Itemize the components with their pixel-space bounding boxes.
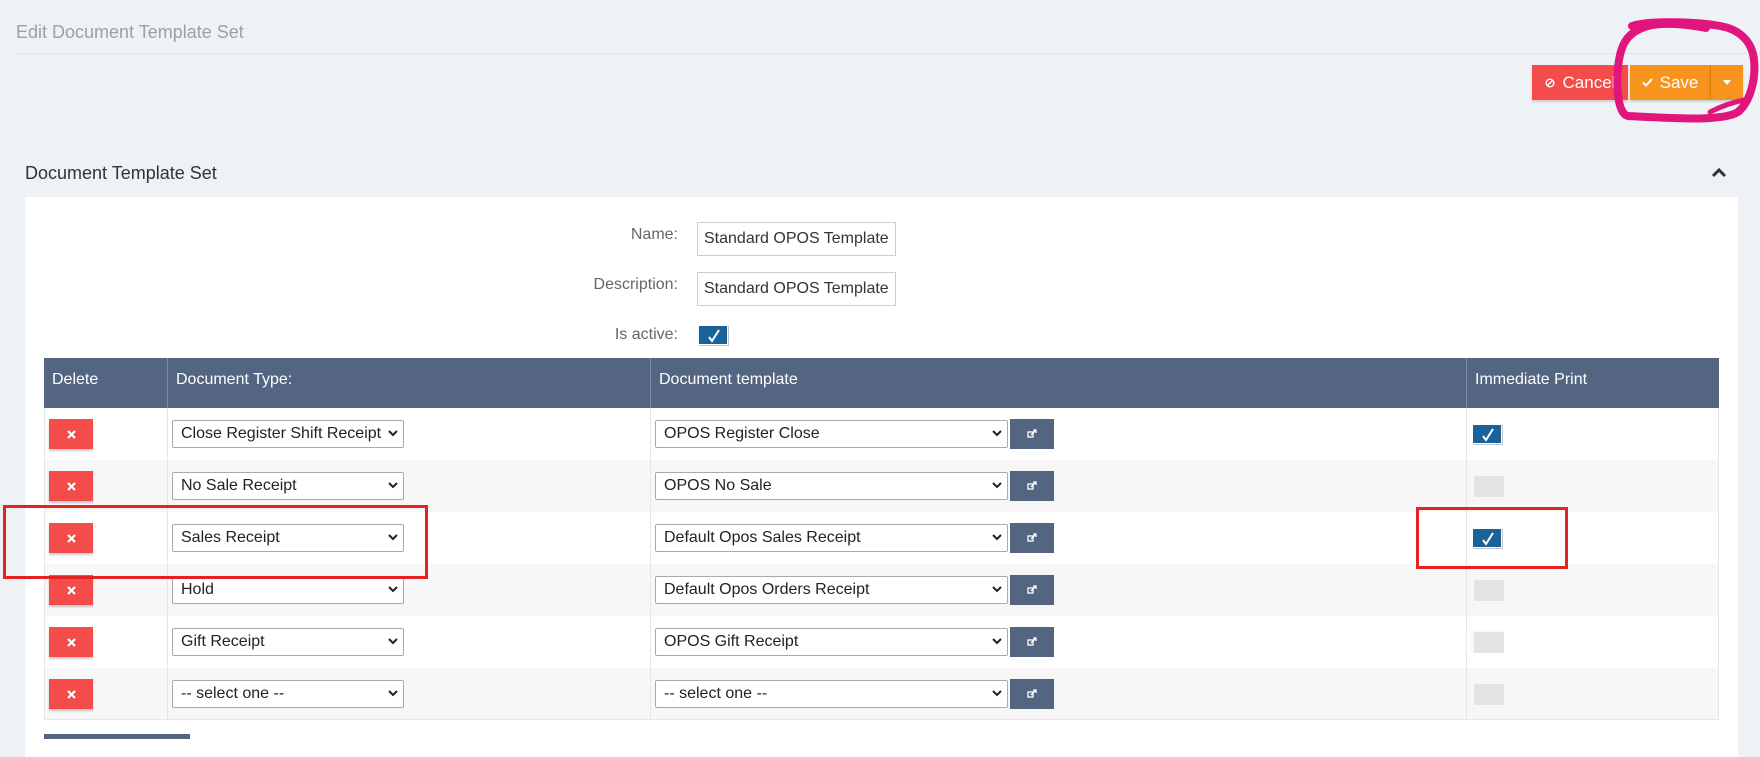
table-row: -- select one -- -- select one -- — [44, 668, 1719, 720]
document-type-value: No Sale Receipt — [181, 477, 297, 494]
chevron-down-icon — [388, 586, 398, 593]
header-document-template: Document template — [650, 358, 1466, 408]
immediate-print-checkbox[interactable] — [1470, 683, 1504, 705]
title-divider — [16, 53, 1760, 54]
delete-row-button[interactable] — [49, 471, 93, 501]
chevron-down-icon — [388, 430, 398, 437]
open-template-button[interactable] — [1010, 523, 1054, 553]
open-template-button[interactable] — [1010, 471, 1054, 501]
table-row: Gift Receipt OPOS Gift Receipt — [44, 616, 1719, 668]
add-row-button[interactable] — [44, 734, 190, 739]
document-template-select[interactable]: -- select one -- — [655, 680, 1008, 708]
chevron-down-icon — [388, 638, 398, 645]
open-template-button[interactable] — [1010, 419, 1054, 449]
document-template-select[interactable]: Default Opos Sales Receipt — [655, 524, 1008, 552]
table-header: Delete Document Type: Document template … — [44, 358, 1719, 408]
chevron-down-icon — [992, 690, 1002, 697]
chevron-down-icon — [388, 482, 398, 489]
document-type-select[interactable]: Gift Receipt — [172, 628, 404, 656]
column-divider — [650, 408, 651, 720]
open-template-button[interactable] — [1010, 679, 1054, 709]
document-type-value: Hold — [181, 581, 214, 598]
immediate-print-checkbox[interactable] — [1470, 579, 1504, 601]
open-template-button[interactable] — [1010, 627, 1054, 657]
document-template-select[interactable]: OPOS Gift Receipt — [655, 628, 1008, 656]
header-delete: Delete — [52, 371, 99, 388]
document-template-value: OPOS No Sale — [664, 477, 772, 494]
section-title: Document Template Set — [25, 163, 217, 183]
immediate-print-checkbox[interactable] — [1472, 424, 1502, 444]
immediate-print-checkbox[interactable] — [1470, 631, 1504, 653]
document-template-value: OPOS Gift Receipt — [664, 633, 799, 650]
table-border-right — [1718, 408, 1719, 720]
external-link-icon — [1027, 481, 1037, 490]
document-template-select[interactable]: OPOS No Sale — [655, 472, 1008, 500]
external-link-icon — [1027, 533, 1037, 542]
immediate-print-checkbox[interactable] — [1470, 475, 1504, 497]
close-icon — [66, 637, 76, 647]
page-title: Edit Document Template Set — [16, 22, 244, 42]
delete-row-button[interactable] — [49, 627, 93, 657]
document-type-value: Gift Receipt — [181, 633, 265, 650]
table-border-bottom — [44, 719, 1719, 720]
external-link-icon — [1027, 429, 1037, 438]
delete-row-button[interactable] — [49, 419, 93, 449]
document-template-select[interactable]: Default Opos Orders Receipt — [655, 576, 1008, 604]
header-immediate-print: Immediate Print — [1466, 358, 1719, 408]
chevron-down-icon — [992, 638, 1002, 645]
document-type-value: Close Register Shift Receipt — [181, 425, 382, 442]
description-input[interactable]: Standard OPOS Template — [697, 272, 896, 306]
document-type-select[interactable]: -- select one -- — [172, 680, 404, 708]
external-link-icon — [1027, 637, 1037, 646]
header-document-type: Document Type: — [167, 358, 650, 408]
chevron-down-icon — [992, 430, 1002, 437]
ban-icon — [1545, 78, 1555, 87]
external-link-icon — [1027, 585, 1037, 594]
close-icon — [66, 429, 76, 439]
document-type-select[interactable]: Close Register Shift Receipt — [172, 420, 404, 448]
check-icon — [1482, 428, 1494, 442]
chevron-down-icon — [992, 586, 1002, 593]
highlight-box-annotation — [3, 505, 428, 579]
chevron-down-icon — [992, 534, 1002, 541]
table-row: Close Register Shift Receipt OPOS Regist… — [44, 408, 1719, 460]
document-type-select[interactable]: Hold — [172, 576, 404, 604]
cancel-label: Cancel — [1562, 72, 1616, 92]
external-link-icon — [1027, 689, 1037, 698]
delete-row-button[interactable] — [49, 575, 93, 605]
document-type-select[interactable]: No Sale Receipt — [172, 472, 404, 500]
is-active-checkbox[interactable] — [698, 325, 728, 345]
is-active-label: Is active: — [614, 326, 678, 343]
open-template-button[interactable] — [1010, 575, 1054, 605]
chevron-up-icon[interactable] — [1710, 164, 1728, 182]
chevron-down-icon — [388, 690, 398, 697]
document-template-value: OPOS Register Close — [664, 425, 820, 442]
document-template-value: Default Opos Orders Receipt — [664, 581, 870, 598]
chevron-down-icon — [992, 482, 1002, 489]
close-icon — [66, 585, 76, 595]
document-type-value: -- select one -- — [181, 685, 285, 702]
document-template-value: Default Opos Sales Receipt — [664, 529, 861, 546]
check-icon — [708, 329, 720, 343]
description-label: Description: — [593, 276, 678, 293]
name-label: Name: — [630, 226, 678, 243]
document-template-select[interactable]: OPOS Register Close — [655, 420, 1008, 448]
highlight-circle-annotation — [1613, 18, 1759, 123]
delete-row-button[interactable] — [49, 679, 93, 709]
document-template-value: -- select one -- — [664, 685, 768, 702]
close-icon — [66, 689, 76, 699]
close-icon — [66, 481, 76, 491]
highlight-box-annotation — [1416, 507, 1568, 569]
name-input[interactable]: Standard OPOS Template — [697, 222, 896, 256]
